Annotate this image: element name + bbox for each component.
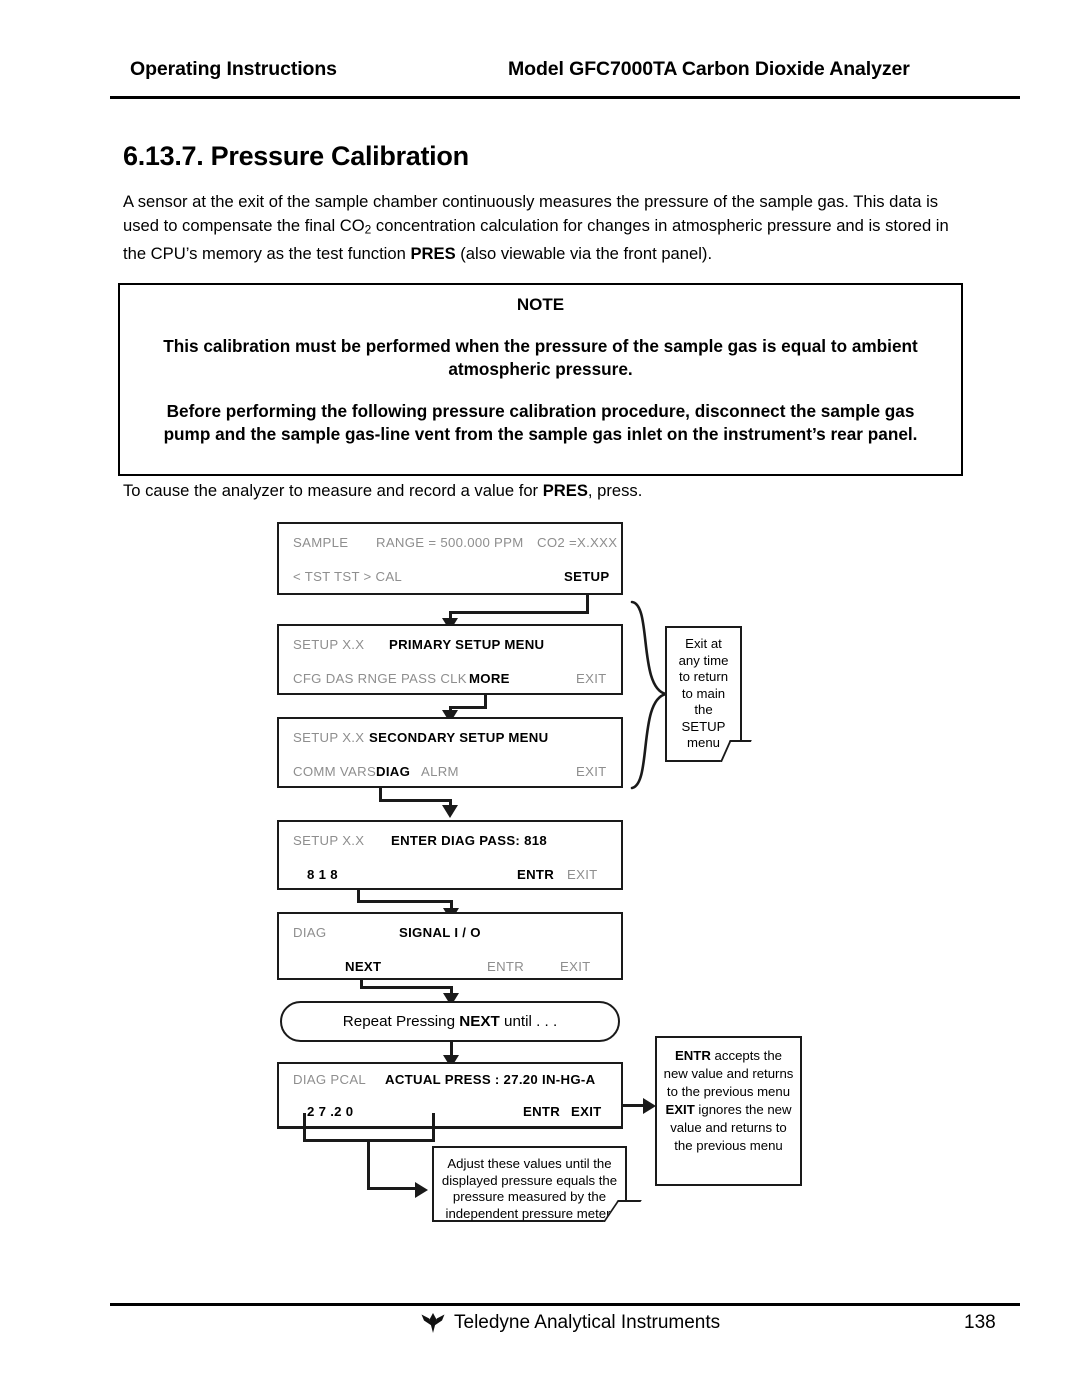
note-paragraph-2: Before performing the following pressure… (163, 401, 918, 444)
panel6-softkey-entr[interactable]: ENTR (523, 1104, 560, 1119)
panel6-diag-pcal-label: DIAG PCAL (293, 1072, 367, 1087)
panel1-softkey-tst-cal[interactable]: < TST TST > CAL (293, 569, 402, 584)
cause-text-b: , press. (587, 481, 643, 500)
intro-pres-keyword: PRES (410, 243, 456, 263)
connector-adjust-horizontal (367, 1187, 419, 1190)
callout-exit-fold-corner (720, 740, 752, 762)
panel3-title: SECONDARY SETUP MENU (369, 730, 549, 745)
panel5-softkey-exit[interactable]: EXIT (560, 959, 591, 974)
teledyne-logo-icon (421, 1313, 445, 1333)
connector-adjust-vertical (367, 1139, 370, 1189)
panel5-softkey-entr[interactable]: ENTR (487, 959, 524, 974)
repeat-text-b: until . . . (499, 1013, 558, 1030)
panel2-softkeys[interactable]: CFG DAS RNGE PASS CLK (293, 671, 467, 686)
arrow-diag-to-pass (442, 805, 458, 818)
lcd-panel-sample[interactable]: SAMPLE RANGE = 500.000 PPM CO2 =X.XXX < … (277, 522, 623, 595)
cause-pres-keyword: PRES (542, 481, 588, 500)
panel6-softkey-exit[interactable]: EXIT (571, 1104, 602, 1119)
panel2-softkey-exit[interactable]: EXIT (576, 671, 607, 686)
repeat-text-a: Repeat Pressing (342, 1013, 460, 1030)
callout-adjust-text: Adjust these values until the displayed … (441, 1156, 618, 1221)
panel3-softkey-diag[interactable]: DIAG (376, 764, 410, 779)
callout-entr-keyword: ENTR (674, 1048, 711, 1063)
callout-exit-any-time: Exit at any time to return to main the S… (665, 626, 752, 762)
panel1-co2-value: CO2 =X.XXX (537, 535, 618, 550)
repeat-next-keyword: NEXT (459, 1013, 500, 1030)
page-header: Operating Instructions Model GFC7000TA C… (110, 58, 1020, 94)
lcd-panel-primary-setup[interactable]: SETUP X.X PRIMARY SETUP MENU CFG DAS RNG… (277, 624, 623, 695)
panel1-range-value: RANGE = 500.000 PPM (376, 535, 524, 550)
panel3-softkeys-a[interactable]: COMM VARS (293, 764, 376, 779)
panel6-title: ACTUAL PRESS : 27.20 IN-HG-A (385, 1072, 596, 1087)
header-divider (110, 96, 1020, 99)
note-box: NOTE This calibration must be performed … (118, 283, 963, 476)
note-title: NOTE (516, 295, 565, 314)
panel1-softkey-setup[interactable]: SETUP (564, 569, 609, 584)
callout-exit-text: Exit at any time to return to main the S… (678, 636, 729, 750)
page-title: 6.13.7. Pressure Calibration (123, 141, 469, 171)
footer-branding: Teledyne Analytical Instruments (420, 1312, 720, 1334)
connector-diag-horizontal (379, 799, 451, 802)
callout-adjust-fold-corner (603, 1200, 642, 1222)
panel2-softkey-more[interactable]: MORE (469, 671, 510, 686)
footer-divider (110, 1303, 1020, 1306)
panel2-setup-label: SETUP X.X (293, 637, 365, 652)
lcd-panel-enter-diag-pass[interactable]: SETUP X.X ENTER DIAG PASS: 818 8 1 8 ENT… (277, 820, 623, 890)
panel3-setup-label: SETUP X.X (293, 730, 365, 745)
cause-text-a: To cause the analyzer to measure and rec… (123, 481, 543, 500)
arrow-to-adjust-callout (415, 1182, 428, 1198)
callout-entr-exit-behavior: ENTR accepts the new value and returns t… (655, 1036, 802, 1186)
lcd-panel-secondary-setup[interactable]: SETUP X.X SECONDARY SETUP MENU COMM VARS… (277, 717, 623, 788)
panel3-softkey-exit[interactable]: EXIT (576, 764, 607, 779)
connector-more-horizontal (449, 706, 487, 709)
panel4-title: ENTER DIAG PASS: 818 (391, 833, 547, 848)
lcd-panel-signal-io[interactable]: DIAG SIGNAL I / O NEXT ENTR EXIT (277, 912, 623, 980)
panel5-diag-label: DIAG (293, 925, 327, 940)
header-left-title: Operating Instructions (130, 58, 337, 80)
connector-next-horizontal (360, 986, 453, 989)
cause-instruction-line: To cause the analyzer to measure and rec… (123, 481, 642, 501)
panel6-pressure-digits[interactable]: 2 7 .2 0 (307, 1104, 353, 1119)
connector-pass-horizontal (357, 900, 453, 903)
panel3-softkey-alrm[interactable]: ALRM (421, 764, 459, 779)
callout-adjust-values: Adjust these values until the displayed … (432, 1146, 642, 1222)
panel4-setup-label: SETUP X.X (293, 833, 365, 848)
panel4-password-digits[interactable]: 8 1 8 (307, 867, 338, 882)
callout-exit-keyword: EXIT (665, 1102, 695, 1117)
return-line-horizontal (277, 1126, 623, 1129)
panel5-softkey-next[interactable]: NEXT (345, 959, 381, 974)
connector-setup-horizontal (449, 611, 589, 614)
panel4-softkey-entr[interactable]: ENTR (517, 867, 554, 882)
intro-paragraph: A sensor at the exit of the sample chamb… (123, 190, 973, 265)
header-right-title: Model GFC7000TA Carbon Dioxide Analyzer (508, 58, 910, 80)
panel1-status-label: SAMPLE (293, 535, 349, 550)
repeat-pressing-next-box: Repeat Pressing NEXT until . . . (280, 1001, 620, 1042)
footer-page-number: 138 (964, 1312, 996, 1333)
panel5-title: SIGNAL I / O (399, 925, 481, 940)
lcd-panel-diag-pcal[interactable]: DIAG PCAL ACTUAL PRESS : 27.20 IN-HG-A 2… (277, 1062, 623, 1128)
intro-text-c: (also viewable via the front panel). (455, 243, 713, 263)
footer-company-name: Teledyne Analytical Instruments (454, 1312, 721, 1333)
note-paragraph-1: This calibration must be performed when … (163, 336, 918, 379)
panel2-title: PRIMARY SETUP MENU (389, 637, 545, 652)
panel4-softkey-exit[interactable]: EXIT (567, 867, 598, 882)
